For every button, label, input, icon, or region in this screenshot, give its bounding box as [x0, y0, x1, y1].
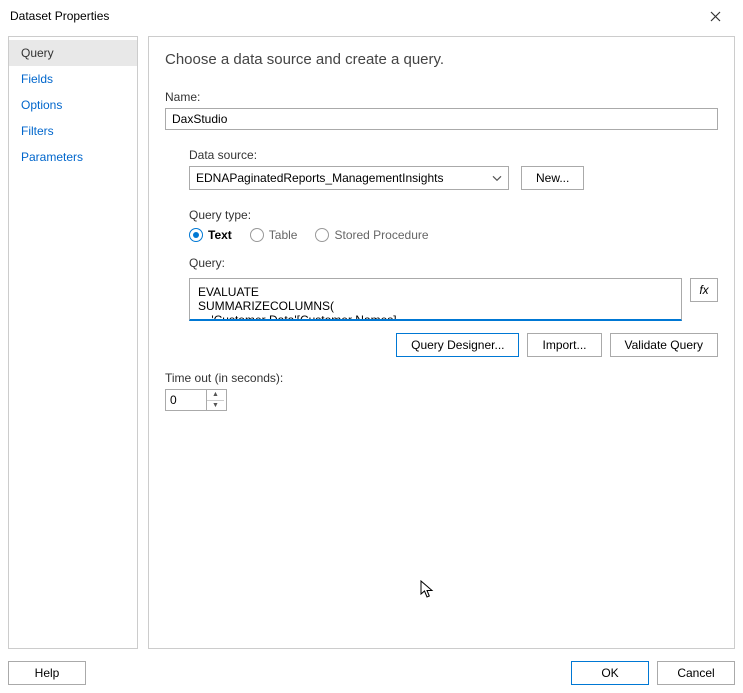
radio-icon — [315, 228, 329, 242]
radio-label: Table — [269, 228, 298, 242]
datasource-select[interactable]: EDNAPaginatedReports_ManagementInsights — [189, 166, 509, 190]
datasource-group: Data source: EDNAPaginatedReports_Manage… — [189, 148, 718, 190]
sidebar-item-label: Options — [21, 98, 62, 112]
radio-label: Text — [208, 228, 232, 242]
name-input[interactable] — [165, 108, 718, 130]
window-title: Dataset Properties — [10, 9, 109, 23]
help-button[interactable]: Help — [8, 661, 86, 685]
content-area: Query Fields Options Filters Parameters … — [0, 30, 743, 653]
querytype-group: Query type: Text Table Stored Procedure — [189, 208, 718, 242]
radio-icon — [189, 228, 203, 242]
radio-label: Stored Procedure — [334, 228, 428, 242]
query-designer-button[interactable]: Query Designer... — [396, 333, 519, 357]
timeout-spinner[interactable]: ▲ ▼ — [165, 389, 227, 411]
main-panel: Choose a data source and create a query.… — [148, 36, 735, 649]
new-datasource-button[interactable]: New... — [521, 166, 584, 190]
ok-button[interactable]: OK — [571, 661, 649, 685]
query-label: Query: — [189, 256, 718, 270]
timeout-input[interactable] — [166, 390, 206, 410]
import-button[interactable]: Import... — [527, 333, 601, 357]
name-label: Name: — [165, 90, 718, 104]
sidebar-item-query[interactable]: Query — [9, 40, 137, 66]
sidebar: Query Fields Options Filters Parameters — [8, 36, 138, 649]
close-icon — [710, 11, 721, 22]
radio-icon — [250, 228, 264, 242]
timeout-group: Time out (in seconds): ▲ ▼ — [165, 371, 718, 411]
sidebar-item-options[interactable]: Options — [9, 92, 137, 118]
sidebar-item-filters[interactable]: Filters — [9, 118, 137, 144]
sidebar-item-label: Parameters — [21, 150, 83, 164]
sidebar-item-label: Fields — [21, 72, 53, 86]
sidebar-item-label: Query — [21, 46, 54, 60]
radio-storedprocedure[interactable]: Stored Procedure — [315, 228, 428, 242]
sidebar-item-fields[interactable]: Fields — [9, 66, 137, 92]
query-group: Query: fx Query Designer... Import... Va… — [189, 256, 718, 357]
radio-text[interactable]: Text — [189, 228, 232, 242]
expression-button[interactable]: fx — [690, 278, 718, 302]
sidebar-item-label: Filters — [21, 124, 54, 138]
chevron-down-icon — [492, 170, 502, 184]
cancel-button[interactable]: Cancel — [657, 661, 735, 685]
spinner-down-button[interactable]: ▼ — [207, 401, 224, 411]
querytype-label: Query type: — [189, 208, 718, 222]
footer: Help OK Cancel — [0, 653, 743, 693]
name-field-group: Name: — [165, 90, 718, 130]
datasource-label: Data source: — [189, 148, 718, 162]
radio-table[interactable]: Table — [250, 228, 298, 242]
timeout-label: Time out (in seconds): — [165, 371, 718, 385]
validate-query-button[interactable]: Validate Query — [610, 333, 719, 357]
sidebar-item-parameters[interactable]: Parameters — [9, 144, 137, 170]
spinner-up-button[interactable]: ▲ — [207, 390, 224, 401]
query-textarea[interactable] — [190, 279, 681, 319]
close-button[interactable] — [697, 4, 733, 28]
titlebar: Dataset Properties — [0, 0, 743, 30]
datasource-value: EDNAPaginatedReports_ManagementInsights — [196, 171, 443, 185]
fx-icon: fx — [699, 283, 708, 297]
page-heading: Choose a data source and create a query. — [165, 51, 718, 68]
